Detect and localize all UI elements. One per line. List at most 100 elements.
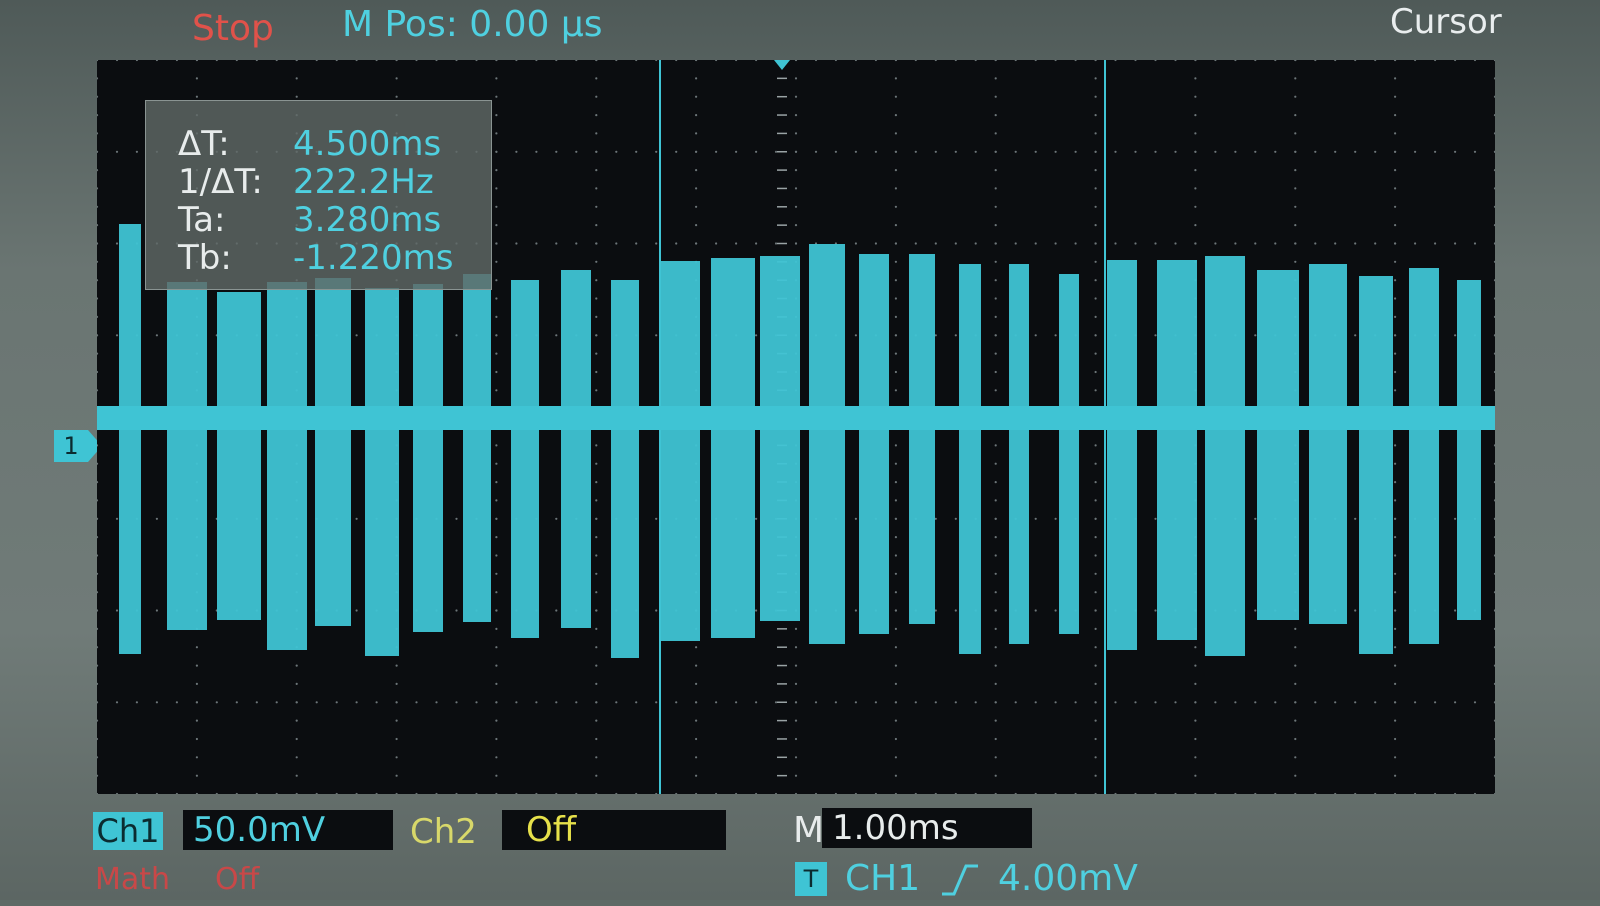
ch1-volts-per-div: 50.0mV: [183, 810, 393, 850]
graticule-dot: [1154, 60, 1157, 62]
graticule-dot: [595, 701, 598, 704]
graticule-dot: [195, 719, 198, 722]
graticule-dot: [195, 774, 198, 777]
graticule-dot: [1194, 682, 1197, 686]
graticule-dot: [894, 77, 898, 80]
graticule-dot: [1493, 60, 1495, 62]
graticule-dot: [1394, 499, 1397, 502]
graticule-dot: [1094, 517, 1097, 520]
ch1-burst: [315, 278, 351, 626]
graticule-dot: [295, 719, 298, 722]
graticule-dot: [695, 187, 698, 190]
graticule-dot: [655, 701, 658, 704]
graticule-dot: [495, 719, 498, 722]
graticule-dot: [1174, 701, 1177, 704]
graticule-dot: [415, 701, 418, 704]
graticule-dot: [834, 150, 838, 153]
graticule-dot: [1234, 242, 1237, 245]
graticule-dot: [97, 224, 99, 227]
graticule-dot: [934, 242, 937, 245]
graticule-dot: [695, 95, 698, 98]
graticule-dot: [195, 95, 198, 98]
graticule-dot: [575, 60, 578, 62]
graticule-dot: [994, 114, 997, 117]
graticule-dot: [914, 701, 917, 704]
graticule-dot: [1074, 60, 1077, 62]
graticule-dot: [635, 792, 638, 794]
graticule-dot: [1434, 60, 1437, 62]
graticule-dot: [355, 792, 358, 794]
graticule-dot: [1493, 279, 1495, 282]
graticule-dot: [1314, 150, 1317, 153]
graticule-dot: [994, 591, 997, 594]
graticule-dot: [655, 609, 658, 612]
ch1-burst: [1257, 270, 1299, 620]
ch1-burst: [660, 261, 700, 641]
graticule-dot: [914, 242, 917, 245]
ch2-button[interactable]: Ch2: [410, 812, 477, 852]
graticule-dot: [1394, 536, 1397, 539]
graticule-dot: [1374, 792, 1377, 794]
graticule-dot: [1394, 774, 1397, 777]
ch1-burst: [859, 254, 889, 634]
graticule-dot: [115, 701, 119, 704]
ch1-burst: [711, 258, 755, 638]
graticule-dot: [874, 60, 877, 62]
graticule-dot: [1493, 627, 1495, 630]
graticule-dot: [755, 701, 758, 704]
graticule-dot: [894, 389, 898, 392]
graticule-dot: [695, 664, 698, 667]
graticule-dot: [515, 792, 518, 794]
graticule-dot: [1014, 60, 1017, 62]
graticule-dot: [595, 77, 598, 80]
graticule-dot: [1374, 60, 1377, 62]
math-state: Off: [215, 862, 260, 897]
graticule-dot: [295, 792, 298, 794]
graticule-dot: [515, 150, 518, 153]
delta-t-value: 4.500ms: [293, 124, 442, 164]
graticule-dot: [115, 517, 119, 520]
graticule-dot: [1454, 60, 1457, 62]
graticule-dot: [1493, 664, 1495, 667]
math-button[interactable]: Math: [95, 862, 170, 897]
graticule-dot: [1194, 60, 1197, 62]
trigger-position-icon: [774, 60, 790, 70]
graticule-dot: [1314, 792, 1317, 794]
graticule-dot: [894, 609, 898, 612]
graticule-dot: [495, 792, 498, 794]
graticule-dot: [495, 389, 498, 392]
graticule-dot: [1493, 737, 1495, 741]
ch1-button[interactable]: Ch1: [93, 812, 163, 850]
graticule-dot: [814, 792, 818, 794]
graticule-dot: [1034, 792, 1037, 794]
graticule-dot: [814, 150, 818, 153]
graticule-dot: [1473, 150, 1477, 153]
ch1-burst: [1309, 264, 1347, 624]
graticule-dot: [295, 774, 298, 777]
graticule-dot: [495, 279, 498, 282]
graticule-dot: [495, 150, 498, 153]
cursor-readout-panel: ΔT: 4.500ms 1/ΔT: 222.2Hz Ta: 3.280ms Tb: -1…: [145, 100, 492, 290]
graticule-dot: [695, 169, 698, 172]
graticule-dot: [1094, 682, 1097, 686]
graticule-dot: [794, 205, 798, 208]
graticule-dot: [994, 444, 997, 447]
graticule-dot: [1454, 517, 1457, 520]
graticule-dot: [1274, 242, 1277, 245]
ch1-burst: [1107, 260, 1137, 650]
graticule-dot: [874, 150, 878, 153]
graticule-dot: [735, 792, 738, 794]
graticule-dot: [175, 60, 178, 62]
graticule-dot: [994, 756, 997, 759]
graticule-dot: [475, 701, 478, 704]
ch1-burst: [1059, 274, 1079, 634]
graticule-dot: [295, 756, 298, 759]
graticule-dot: [894, 169, 898, 172]
graticule-dot: [1394, 554, 1397, 557]
graticule-dot: [894, 481, 898, 484]
graticule-dot: [1094, 315, 1097, 318]
graticule-dot: [1493, 315, 1495, 318]
graticule-dot: [894, 224, 898, 227]
graticule-dot: [615, 150, 618, 153]
graticule-dot: [934, 701, 937, 704]
